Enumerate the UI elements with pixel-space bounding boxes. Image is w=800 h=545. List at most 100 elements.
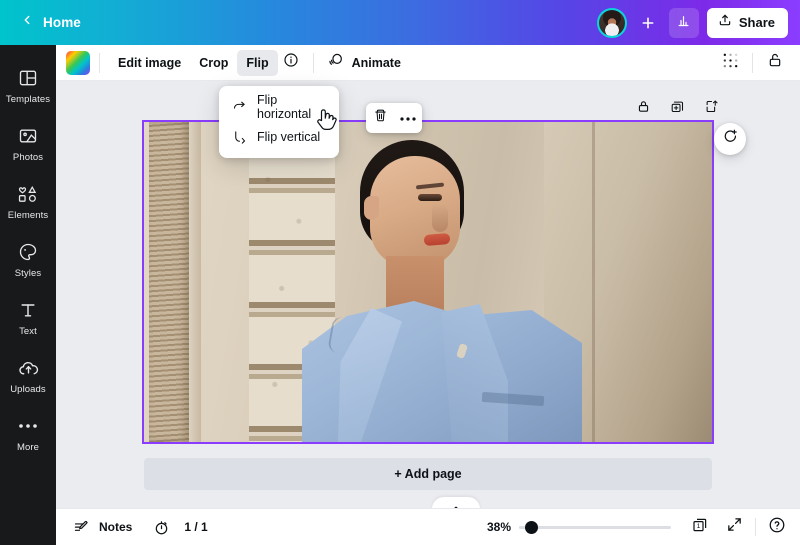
add-page-button[interactable]: + Add page [144, 458, 712, 490]
upload-icon [718, 13, 732, 32]
sidebar-label-photos: Photos [12, 152, 44, 163]
design-canvas[interactable] [142, 120, 714, 444]
element-float-toolbar [366, 103, 422, 133]
fullscreen-button[interactable] [723, 516, 745, 538]
photo-ear [364, 196, 379, 220]
animate-label: Animate [351, 55, 401, 70]
toolbar-divider [99, 52, 100, 73]
bar-chart-icon [676, 13, 691, 33]
canva-editor-window: Home Share Templates Photos Elements Sty… [0, 0, 800, 545]
zoom-level-label: 38% [487, 520, 512, 534]
toolbar-divider-3 [752, 52, 753, 73]
menu-label-flip-vertical: Flip vertical [257, 130, 321, 144]
chevron-up-icon [449, 501, 463, 508]
sidebar-label-more: More [16, 442, 40, 453]
sidebar-item-uploads[interactable]: Uploads [0, 347, 56, 405]
top-bar: Home Share [0, 0, 800, 45]
zoom-slider[interactable] [519, 520, 671, 534]
sidebar-item-elements[interactable]: Elements [0, 173, 56, 231]
avatar[interactable] [596, 7, 627, 38]
sidebar-item-templates[interactable]: Templates [0, 57, 56, 115]
crop-button[interactable]: Crop [190, 50, 237, 76]
palette-icon [17, 241, 39, 263]
top-bar-right-group: Share [596, 7, 788, 38]
flip-horizontal-arrow-icon [231, 99, 247, 115]
svg-text:1: 1 [697, 523, 701, 530]
photo-shutter [149, 122, 189, 442]
menu-item-flip-vertical[interactable]: Flip vertical [219, 122, 339, 152]
sidebar-label-styles: Styles [14, 268, 42, 279]
insights-button[interactable] [668, 7, 699, 38]
ellipsis-icon [17, 415, 39, 437]
flip-vertical-arrow-icon [231, 129, 247, 145]
editor-toolbar: Edit image Crop Flip Animate [56, 45, 800, 81]
cloud-upload-icon [17, 357, 39, 379]
animate-rings-icon [327, 51, 345, 74]
more-options-button[interactable] [397, 107, 419, 129]
bottom-divider [755, 518, 756, 536]
page-count-button[interactable]: 1 [689, 516, 711, 538]
zoom-slider-thumb[interactable] [525, 520, 538, 534]
photo-nose [432, 204, 448, 232]
export-page-button[interactable] [702, 100, 720, 118]
share-label: Share [738, 15, 775, 30]
sidebar-label-text: Text [19, 326, 37, 337]
ellipsis-icon [399, 109, 417, 127]
unlock-icon [767, 52, 783, 73]
home-label: Home [43, 15, 81, 30]
photo-icon [17, 125, 39, 147]
duplicate-page-icon [670, 99, 685, 119]
transparency-button[interactable] [717, 50, 743, 76]
help-circle-icon [768, 516, 786, 539]
rainbow-color-swatch[interactable] [66, 50, 90, 75]
timer-icon [150, 516, 172, 538]
transparency-dots-icon [722, 52, 739, 74]
toolbar-divider-2 [312, 52, 314, 73]
shapes-icon [17, 183, 39, 205]
notes-pencil-icon [70, 516, 92, 538]
sidebar-item-styles[interactable]: Styles [0, 231, 56, 289]
help-button[interactable] [766, 516, 788, 538]
add-comment-icon [722, 128, 739, 150]
chevron-left-icon [20, 13, 34, 32]
lock-closed-icon [636, 99, 651, 119]
animate-button[interactable]: Animate [323, 50, 409, 76]
templates-grid-icon [17, 67, 39, 89]
add-comment-button[interactable] [714, 123, 746, 155]
info-button[interactable] [278, 50, 304, 76]
photo-shutter-frame [189, 122, 201, 442]
expand-arrows-icon [726, 516, 743, 538]
menu-item-flip-horizontal[interactable]: Flip horizontal [219, 92, 339, 122]
delete-element-button[interactable] [369, 107, 391, 129]
zoom-slider-track [519, 525, 671, 529]
info-circle-icon [283, 52, 299, 73]
text-t-icon [17, 299, 39, 321]
photo-person [302, 122, 582, 442]
canvas-photo [144, 122, 712, 442]
notes-button[interactable]: Notes [70, 516, 132, 538]
timer-button[interactable] [150, 516, 172, 538]
menu-label-flip-horizontal: Flip horizontal [257, 93, 312, 121]
bottom-bar: Notes 1 / 1 38% 1 [56, 508, 800, 545]
sidebar-label-elements: Elements [7, 210, 49, 221]
duplicate-page-button[interactable] [668, 100, 686, 118]
notes-label: Notes [99, 520, 133, 534]
sidebar-item-text[interactable]: Text [0, 289, 56, 347]
sidebar-item-more[interactable]: More [0, 405, 56, 463]
sidebar-item-photos[interactable]: Photos [0, 115, 56, 173]
avatar-ring [596, 7, 627, 38]
edit-image-button[interactable]: Edit image [109, 50, 190, 76]
share-button[interactable]: Share [706, 7, 788, 38]
add-collaborator-button[interactable] [635, 10, 661, 36]
left-sidebar: Templates Photos Elements Styles Text Up… [0, 45, 56, 545]
collapse-panel-button[interactable] [432, 497, 480, 508]
page-tools-group [634, 100, 720, 118]
lock-button[interactable] [762, 50, 788, 76]
flip-button[interactable]: Flip [237, 49, 278, 76]
plus-icon [640, 15, 656, 31]
page-lock-button[interactable] [634, 100, 652, 118]
export-page-icon [704, 99, 719, 119]
home-button[interactable]: Home [14, 9, 87, 36]
page-indicator: 1 / 1 [184, 520, 208, 534]
flip-dropdown-menu: Flip horizontal Flip vertical [219, 86, 339, 158]
